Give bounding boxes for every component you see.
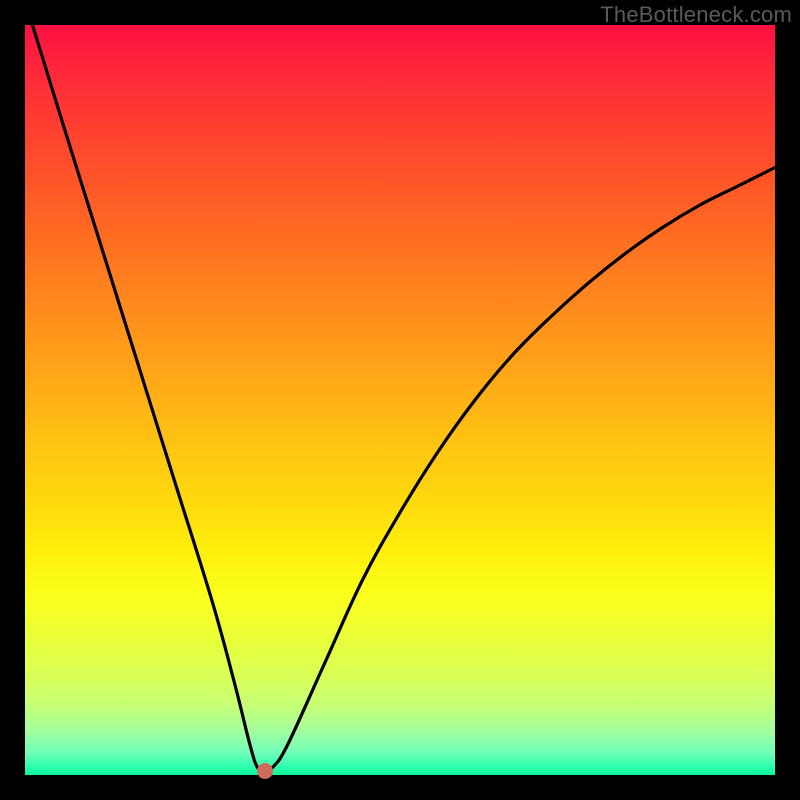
watermark-text: TheBottleneck.com — [600, 2, 792, 28]
optimal-point-marker — [257, 763, 273, 779]
bottleneck-curve — [25, 25, 775, 775]
plot-area — [25, 25, 775, 775]
chart-frame: TheBottleneck.com — [0, 0, 800, 800]
